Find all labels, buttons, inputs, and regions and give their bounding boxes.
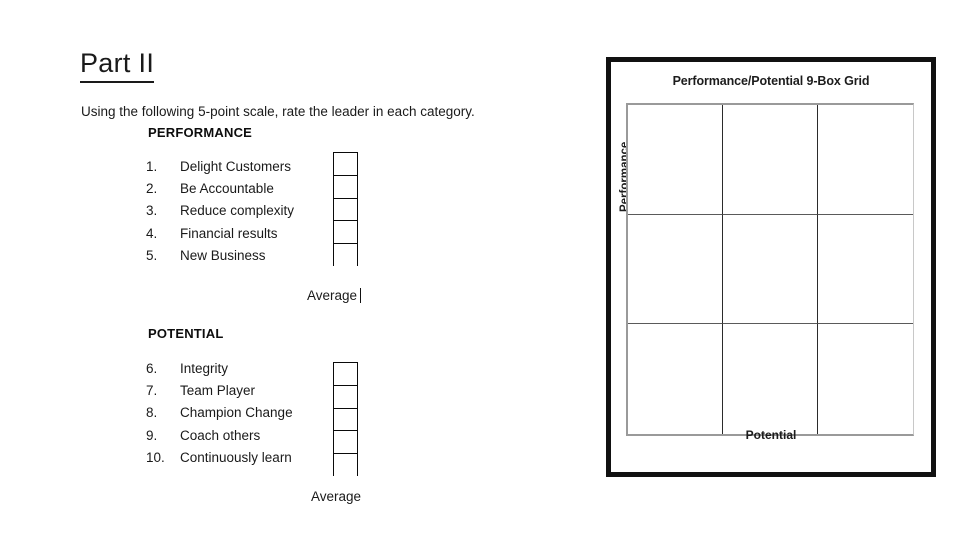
section-heading-performance: PERFORMANCE	[148, 125, 253, 140]
section-heading-potential: POTENTIAL	[148, 326, 224, 341]
grid-cell[interactable]	[818, 105, 913, 215]
nine-box-grid-inner: Performance/Potential 9-Box Grid Perform…	[611, 62, 931, 472]
nine-box-grid-title: Performance/Potential 9-Box Grid	[672, 74, 870, 88]
rating-form-panel: Part II Using the following 5-point scal…	[0, 0, 580, 540]
potential-average-row: Average	[146, 489, 361, 504]
grid-cell[interactable]	[628, 214, 723, 325]
list-item-number: 5.	[146, 248, 158, 264]
grid-cell[interactable]	[723, 324, 818, 434]
text-cursor-caret	[360, 288, 361, 303]
instruction-text: Using the following 5-point scale, rate …	[81, 103, 475, 119]
potential-score-box-stack	[333, 362, 358, 477]
score-input-box[interactable]	[334, 244, 357, 267]
average-label: Average	[306, 288, 357, 303]
score-input-box[interactable]	[334, 431, 357, 455]
list-item-number: 6.	[146, 360, 158, 376]
list-item-number: 8.	[146, 405, 158, 421]
list-item-number: 9.	[146, 427, 158, 443]
grid-cell[interactable]	[628, 105, 723, 215]
score-input-box[interactable]	[334, 408, 357, 432]
performance-score-box-stack	[333, 152, 358, 267]
score-input-box[interactable]	[334, 175, 357, 199]
list-item-number: 3.	[146, 203, 158, 219]
score-input-box[interactable]	[334, 221, 357, 245]
average-label: Average	[310, 489, 361, 504]
score-input-box[interactable]	[334, 454, 357, 477]
grid-cell[interactable]	[818, 214, 913, 325]
grid-cell[interactable]	[723, 105, 818, 215]
nine-box-grid-frame: Performance/Potential 9-Box Grid Perform…	[606, 57, 936, 477]
grid-cell[interactable]	[723, 214, 818, 325]
score-input-box[interactable]	[334, 385, 357, 409]
list-item-number: 2.	[146, 181, 158, 197]
list-item-number: 4.	[146, 225, 158, 241]
grid-cell[interactable]	[818, 324, 913, 434]
page-title: Part II	[80, 48, 155, 84]
grid-cell[interactable]	[628, 324, 723, 434]
score-input-box[interactable]	[334, 153, 357, 176]
list-item-number: 7.	[146, 383, 158, 399]
score-input-box[interactable]	[334, 198, 357, 222]
x-axis-label-potential: Potential	[745, 428, 797, 442]
score-input-box[interactable]	[334, 363, 357, 386]
performance-average-row: Average	[146, 288, 361, 303]
nine-box-grid-cells	[626, 103, 914, 436]
list-item-number: 10.	[146, 450, 165, 466]
list-item-number: 1.	[146, 158, 158, 174]
